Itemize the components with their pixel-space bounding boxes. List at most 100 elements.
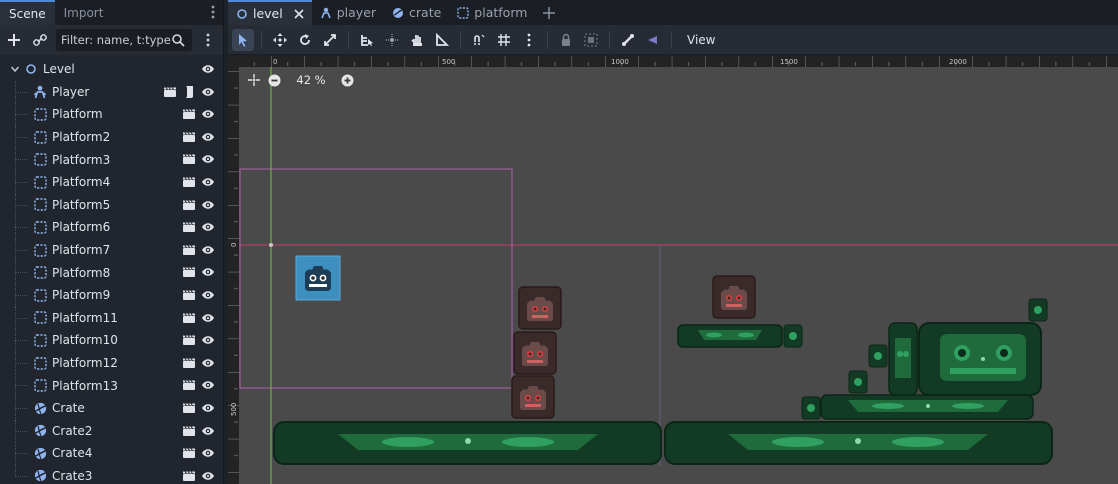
tree-options-icon[interactable] bbox=[198, 30, 218, 50]
tree-item-platform6[interactable]: Platform6 bbox=[0, 216, 223, 239]
select-mode-icon[interactable] bbox=[232, 28, 254, 51]
tree-item-platform3[interactable]: Platform3 bbox=[0, 148, 223, 171]
visibility-eye-icon[interactable] bbox=[201, 333, 215, 347]
scene-tab-crate[interactable]: crate bbox=[384, 0, 449, 25]
zoom-in-icon[interactable] bbox=[341, 74, 354, 87]
zoom-out-icon[interactable] bbox=[268, 74, 281, 87]
visibility-eye-icon[interactable] bbox=[201, 243, 215, 257]
scene-tab-platform[interactable]: platform bbox=[449, 0, 535, 25]
tree-item-platform2[interactable]: Platform2 bbox=[0, 125, 223, 149]
open-in-editor-icon[interactable] bbox=[182, 446, 196, 460]
visibility-eye-icon[interactable] bbox=[201, 378, 215, 392]
tree-item-level[interactable]: Level bbox=[0, 58, 223, 81]
canvas-viewport[interactable]: 0 500 1000 1500 2000 0 500 42 % bbox=[228, 56, 1118, 484]
open-in-editor-icon[interactable] bbox=[182, 378, 196, 392]
chevron-down-icon[interactable] bbox=[10, 64, 20, 74]
open-in-editor-icon[interactable] bbox=[163, 85, 177, 99]
tree-item-crate[interactable]: Crate bbox=[0, 396, 223, 420]
platform-block[interactable] bbox=[848, 370, 868, 394]
platform-block[interactable] bbox=[868, 344, 888, 368]
grid-snap-icon[interactable] bbox=[493, 29, 515, 51]
tree-item-platform5[interactable]: Platform5 bbox=[0, 193, 223, 217]
tree-item-platform4[interactable]: Platform4 bbox=[0, 170, 223, 194]
visibility-eye-icon[interactable] bbox=[201, 311, 215, 325]
open-in-editor-icon[interactable] bbox=[182, 288, 196, 302]
smart-snap-icon[interactable] bbox=[468, 29, 490, 51]
crate-sprite[interactable] bbox=[518, 286, 562, 330]
filter-input[interactable] bbox=[61, 33, 171, 47]
open-in-editor-icon[interactable] bbox=[182, 198, 196, 212]
lock-icon[interactable] bbox=[555, 29, 577, 51]
open-in-editor-icon[interactable] bbox=[182, 243, 196, 257]
open-in-editor-icon[interactable] bbox=[182, 424, 196, 438]
tab-import[interactable]: Import bbox=[55, 0, 113, 25]
tree-item-platform8[interactable]: Platform8 bbox=[0, 261, 223, 284]
platform-sprite[interactable] bbox=[664, 421, 1053, 465]
view-menu[interactable]: View bbox=[679, 33, 723, 47]
platform-sprite[interactable] bbox=[273, 421, 662, 465]
zoom-level[interactable]: 42 % bbox=[289, 73, 333, 87]
camera-override-icon[interactable] bbox=[642, 29, 664, 51]
open-in-editor-icon[interactable] bbox=[182, 469, 196, 483]
list-select-icon[interactable] bbox=[356, 29, 378, 51]
visibility-eye-icon[interactable] bbox=[201, 424, 215, 438]
scene-tab-level[interactable]: level bbox=[228, 0, 312, 25]
visibility-eye-icon[interactable] bbox=[201, 401, 215, 415]
tree-item-crate3[interactable]: Crate3 bbox=[0, 464, 223, 484]
ruler-mode-icon[interactable] bbox=[431, 29, 453, 51]
open-in-editor-icon[interactable] bbox=[182, 152, 196, 166]
filter-field[interactable] bbox=[56, 29, 192, 51]
open-in-editor-icon[interactable] bbox=[182, 401, 196, 415]
platform-sprite[interactable] bbox=[888, 322, 918, 396]
skeleton-icon[interactable] bbox=[617, 29, 639, 51]
player-sprite[interactable] bbox=[295, 255, 341, 301]
rotate-mode-icon[interactable] bbox=[294, 29, 316, 51]
tree-item-platform11[interactable]: Platform11 bbox=[0, 306, 223, 330]
tree-item-crate2[interactable]: Crate2 bbox=[0, 419, 223, 443]
visibility-eye-icon[interactable] bbox=[201, 107, 215, 121]
tree-item-platform10[interactable]: Platform10 bbox=[0, 329, 223, 352]
open-in-editor-icon[interactable] bbox=[182, 356, 196, 370]
dock-menu-icon[interactable] bbox=[207, 4, 219, 20]
group-icon[interactable] bbox=[580, 29, 602, 51]
crate-sprite[interactable] bbox=[712, 275, 756, 319]
instance-scene-icon[interactable] bbox=[30, 30, 50, 50]
tree-item-crate4[interactable]: Crate4 bbox=[0, 442, 223, 465]
open-in-editor-icon[interactable] bbox=[182, 220, 196, 234]
visibility-eye-icon[interactable] bbox=[201, 446, 215, 460]
canvas-scene[interactable]: 0 500 1000 1500 2000 0 500 bbox=[228, 56, 1118, 484]
platform-sprite[interactable] bbox=[677, 324, 783, 348]
add-scene-tab-button[interactable] bbox=[535, 0, 563, 25]
center-view-icon[interactable] bbox=[248, 74, 260, 86]
tree-item-platform7[interactable]: Platform7 bbox=[0, 238, 223, 262]
open-in-editor-icon[interactable] bbox=[182, 311, 196, 325]
scene-tab-player[interactable]: player bbox=[312, 0, 384, 25]
crate-sprite[interactable] bbox=[513, 331, 557, 375]
platform-sprite[interactable] bbox=[918, 322, 1042, 396]
open-in-editor-icon[interactable] bbox=[182, 107, 196, 121]
tab-scene[interactable]: Scene bbox=[0, 0, 55, 25]
script-icon[interactable] bbox=[182, 85, 196, 99]
move-mode-icon[interactable] bbox=[269, 29, 291, 51]
visibility-eye-icon[interactable] bbox=[201, 356, 215, 370]
tree-item-player[interactable]: Player bbox=[0, 80, 223, 104]
tree-item-platform9[interactable]: Platform9 bbox=[0, 283, 223, 307]
platform-sprite[interactable] bbox=[820, 394, 1034, 420]
open-in-editor-icon[interactable] bbox=[182, 265, 196, 279]
visibility-eye-icon[interactable] bbox=[201, 220, 215, 234]
visibility-eye-icon[interactable] bbox=[201, 175, 215, 189]
visibility-eye-icon[interactable] bbox=[201, 469, 215, 483]
platform-block[interactable] bbox=[801, 396, 821, 420]
tree-item-platform[interactable]: Platform bbox=[0, 103, 223, 126]
tree-item-platform13[interactable]: Platform13 bbox=[0, 374, 223, 397]
visibility-eye-icon[interactable] bbox=[201, 62, 215, 76]
open-in-editor-icon[interactable] bbox=[182, 130, 196, 144]
visibility-eye-icon[interactable] bbox=[201, 130, 215, 144]
platform-block[interactable] bbox=[1028, 298, 1048, 322]
scale-mode-icon[interactable] bbox=[319, 29, 341, 51]
visibility-eye-icon[interactable] bbox=[201, 152, 215, 166]
open-in-editor-icon[interactable] bbox=[182, 175, 196, 189]
crate-sprite[interactable] bbox=[511, 375, 555, 419]
open-in-editor-icon[interactable] bbox=[182, 333, 196, 347]
visibility-eye-icon[interactable] bbox=[201, 198, 215, 212]
